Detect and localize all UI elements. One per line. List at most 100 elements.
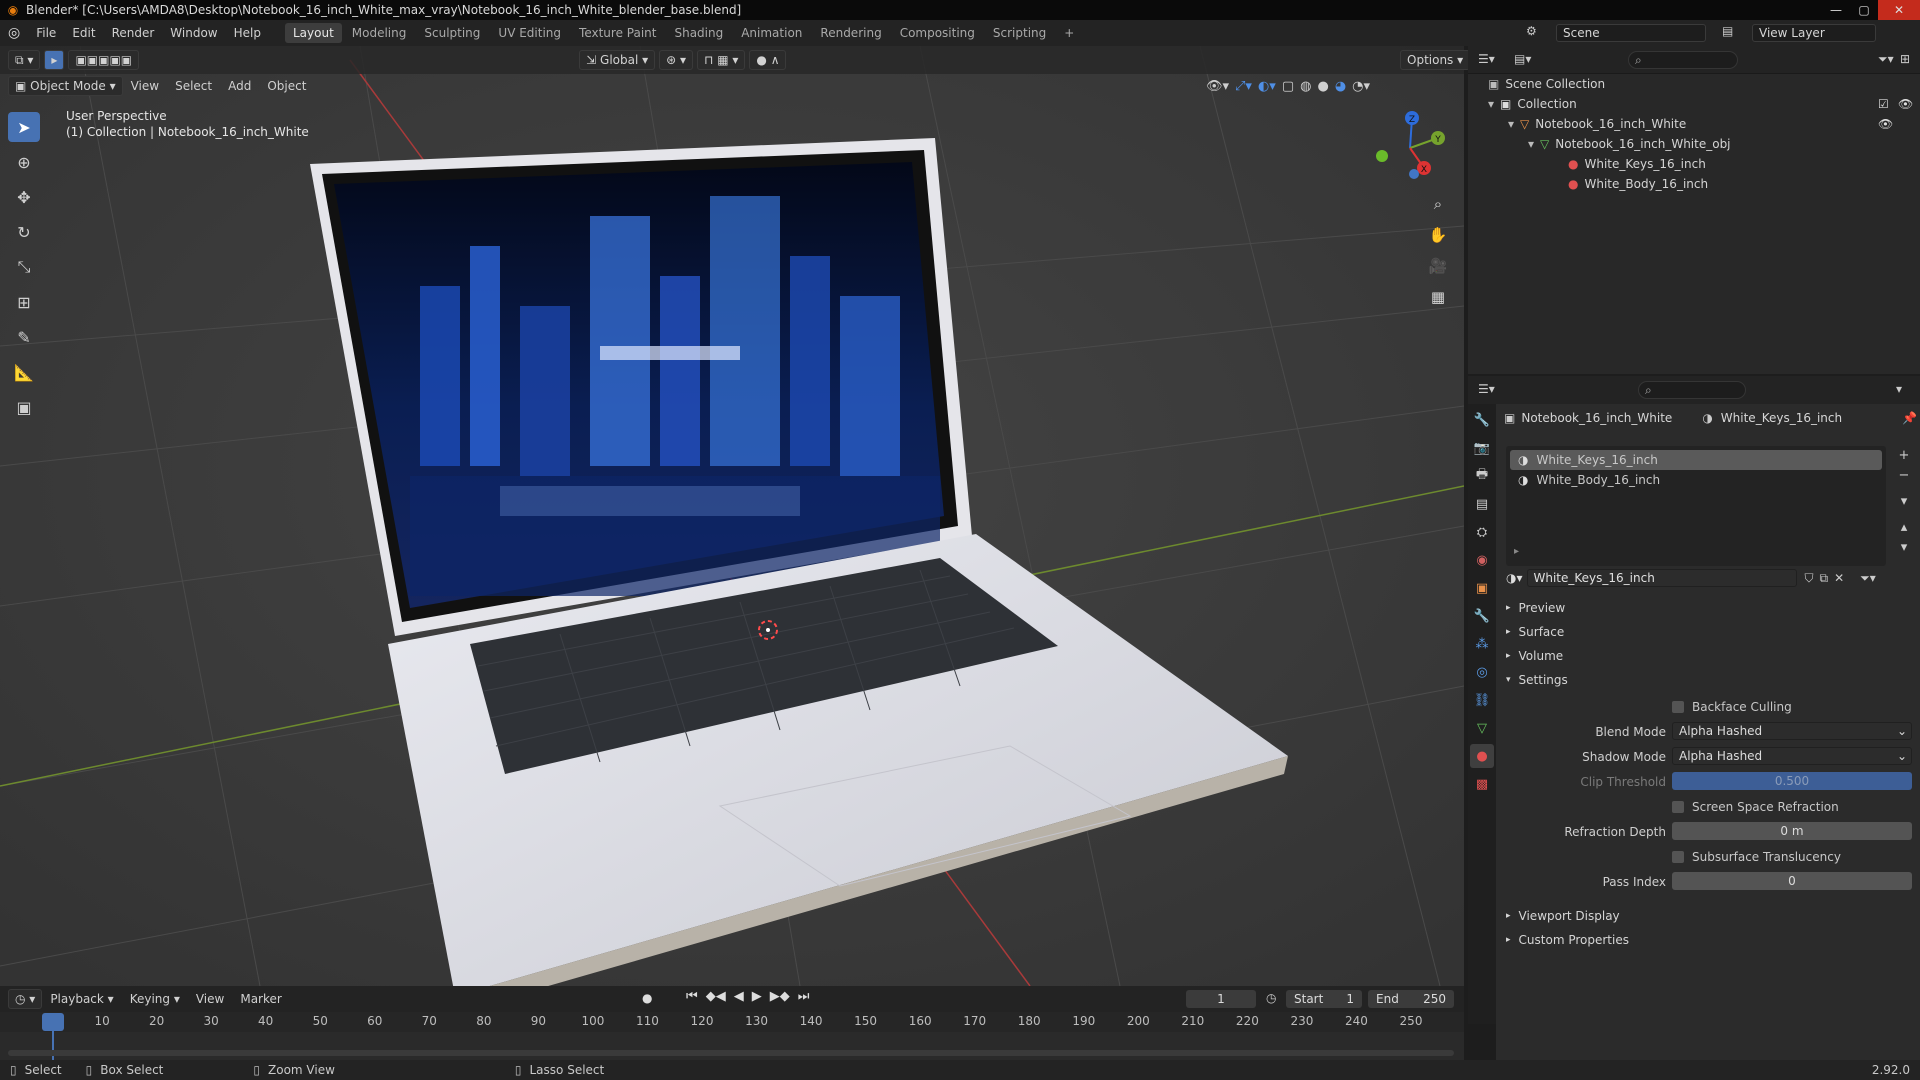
properties-editor-icon[interactable]: ☰▾ xyxy=(1478,382,1495,396)
texture-tab-icon[interactable]: ▩ xyxy=(1470,772,1494,796)
camera-view-icon[interactable]: 🎥 xyxy=(1424,252,1452,280)
minimize-button[interactable]: — xyxy=(1822,0,1850,20)
orientation-dropdown[interactable]: ⇲ Global ▾ xyxy=(579,50,656,70)
tab-texture-paint[interactable]: Texture Paint xyxy=(571,23,664,43)
start-frame-field[interactable]: Start 1 xyxy=(1286,990,1362,1008)
ortho-toggle-icon[interactable]: ▦ xyxy=(1424,283,1452,311)
filter-icon[interactable]: ⏷▾ xyxy=(1878,52,1894,67)
physics-tab-icon[interactable]: ◎ xyxy=(1470,660,1494,684)
outliner-row-white-body[interactable]: ● White_Body_16_inch xyxy=(1568,174,1708,194)
subsurface-checkbox[interactable]: Subsurface Translucency xyxy=(1672,850,1841,864)
menu-select[interactable]: Select xyxy=(167,79,220,93)
maximize-button[interactable]: ▢ xyxy=(1850,0,1878,20)
overlay-toggle-icon[interactable]: ◐▾ xyxy=(1258,79,1276,94)
menu-keying[interactable]: Keying ▾ xyxy=(122,992,188,1006)
pan-icon[interactable]: ✋ xyxy=(1424,221,1452,249)
select-tool-icon[interactable]: ➤ xyxy=(8,112,40,142)
move-down-icon[interactable]: ▾ xyxy=(1894,538,1914,558)
list-expand-icon[interactable]: ▸ xyxy=(1514,546,1519,557)
outliner-editor-icon[interactable]: ☰▾ xyxy=(1478,52,1495,66)
ssr-checkbox[interactable]: Screen Space Refraction xyxy=(1672,800,1839,814)
add-workspace-icon[interactable]: + xyxy=(1056,23,1082,43)
properties-options-icon[interactable]: ▾ xyxy=(1896,382,1902,396)
outliner-row-white-keys[interactable]: ● White_Keys_16_inch xyxy=(1568,154,1706,174)
frame-ruler[interactable]: 1102030405060708090100110120130140150160… xyxy=(0,1012,1464,1032)
view-layer-tab-icon[interactable]: ▤ xyxy=(1470,492,1494,516)
solid-shading-icon[interactable]: ● xyxy=(1317,79,1328,94)
menu-edit[interactable]: Edit xyxy=(64,26,103,40)
clock-icon[interactable]: ◷ xyxy=(1266,991,1276,1005)
outliner-row-scene-collection[interactable]: ▣ Scene Collection xyxy=(1488,74,1605,94)
menu-playback[interactable]: Playback ▾ xyxy=(42,992,121,1006)
tab-sculpting[interactable]: Sculpting xyxy=(416,23,488,43)
play-icon[interactable]: ▶ xyxy=(752,989,762,1004)
3d-viewport[interactable]: Z Y X xyxy=(0,46,1464,986)
section-volume[interactable]: ▸ Volume xyxy=(1506,646,1563,666)
view-layer-icon[interactable]: ▤ xyxy=(1722,24,1733,38)
jump-end-icon[interactable]: ⏭ xyxy=(798,989,810,1004)
expand-arrow-icon[interactable]: ▾ xyxy=(1528,137,1534,151)
gizmo-toggle-icon[interactable]: ⤢▾ xyxy=(1235,79,1252,94)
annotate-tool-icon[interactable]: ✎ xyxy=(8,322,40,352)
properties-search-input[interactable]: ⌕ xyxy=(1638,381,1746,399)
timeline-scrollbar[interactable] xyxy=(8,1050,1454,1056)
jump-start-icon[interactable]: ⏮ xyxy=(686,989,698,1004)
move-tool-icon[interactable]: ✥ xyxy=(8,182,40,212)
playhead[interactable] xyxy=(42,1013,64,1031)
data-tab-icon[interactable]: ▽ xyxy=(1470,716,1494,740)
clip-threshold-slider[interactable]: 0.500 xyxy=(1672,772,1912,790)
remove-slot-icon[interactable]: − xyxy=(1894,466,1914,486)
checkbox-icon[interactable]: ☑ xyxy=(1878,97,1889,111)
outliner-row-collection[interactable]: ▾ ▣ Collection ☑ 👁 xyxy=(1488,94,1913,114)
material-tab-icon[interactable]: ● xyxy=(1470,744,1494,768)
scene-icon[interactable]: ⚙ xyxy=(1526,24,1537,38)
proportional-edit-icon[interactable]: ● ∧ xyxy=(749,50,787,70)
editor-type-icon[interactable]: ⧉ ▾ xyxy=(8,50,41,70)
section-viewport-display[interactable]: ▸ Viewport Display xyxy=(1506,906,1620,926)
scene-selector[interactable]: Scene xyxy=(1556,24,1706,42)
record-icon[interactable]: ● xyxy=(642,991,652,1005)
tab-animation[interactable]: Animation xyxy=(733,23,810,43)
eye-icon[interactable]: 👁 xyxy=(1898,97,1913,111)
timeline-area[interactable]: 1102030405060708090100110120130140150160… xyxy=(0,1012,1464,1060)
browse-material-icon[interactable]: ◑▾ xyxy=(1506,571,1523,585)
section-custom-properties[interactable]: ▸ Custom Properties xyxy=(1506,930,1629,950)
view-layer-selector[interactable]: View Layer xyxy=(1752,24,1876,42)
expand-arrow-icon[interactable]: ▾ xyxy=(1508,117,1514,131)
new-collection-icon[interactable]: ⊞ xyxy=(1900,52,1910,66)
select-mode-icon[interactable]: ▸ xyxy=(44,50,65,70)
prev-keyframe-icon[interactable]: ◆◀ xyxy=(706,989,726,1004)
section-settings[interactable]: ▾ Settings xyxy=(1506,670,1568,690)
rendered-shading-icon[interactable]: ◔▾ xyxy=(1352,79,1370,94)
section-surface[interactable]: ▸ Surface xyxy=(1506,622,1564,642)
eye-icon[interactable]: 👁 xyxy=(1878,117,1893,131)
menu-view[interactable]: View xyxy=(123,79,167,93)
close-button[interactable]: ✕ xyxy=(1878,0,1920,20)
blender-menu-icon[interactable]: ◎ xyxy=(0,25,28,41)
tab-scripting[interactable]: Scripting xyxy=(985,23,1054,43)
visibility-icon[interactable]: 👁▾ xyxy=(1206,79,1229,94)
current-frame-field[interactable]: 1 xyxy=(1186,990,1256,1008)
outliner-row-notebook-obj[interactable]: ▾ ▽ Notebook_16_inch_White_obj xyxy=(1528,134,1731,154)
constraints-tab-icon[interactable]: ⛓ xyxy=(1470,688,1494,712)
slot-white-body[interactable]: ◑ White_Body_16_inch xyxy=(1510,470,1882,490)
tab-layout[interactable]: Layout xyxy=(284,23,342,43)
tab-rendering[interactable]: Rendering xyxy=(812,23,889,43)
transform-tool-icon[interactable]: ⊞ xyxy=(8,287,40,317)
pass-index-field[interactable]: 0 xyxy=(1672,872,1912,890)
expand-arrow-icon[interactable]: ▾ xyxy=(1488,97,1494,111)
play-reverse-icon[interactable]: ◀ xyxy=(734,989,744,1004)
unlink-material-icon[interactable]: ✕ xyxy=(1834,571,1844,585)
zoom-icon[interactable]: ⌕ xyxy=(1424,190,1452,218)
timeline-editor-icon[interactable]: ◷ ▾ xyxy=(8,989,43,1009)
menu-file[interactable]: File xyxy=(28,26,64,40)
shadow-mode-dropdown[interactable]: Alpha Hashed ⌄ xyxy=(1672,747,1912,765)
xray-icon[interactable]: ▢ xyxy=(1282,79,1294,94)
navigation-gizmo[interactable]: Z Y X xyxy=(1370,108,1450,188)
menu-object[interactable]: Object xyxy=(259,79,314,93)
tab-compositing[interactable]: Compositing xyxy=(892,23,983,43)
menu-help[interactable]: Help xyxy=(226,26,269,40)
object-tab-icon[interactable]: ▣ xyxy=(1470,576,1494,600)
particles-tab-icon[interactable]: ⁂ xyxy=(1470,632,1494,656)
slot-white-keys[interactable]: ◑ White_Keys_16_inch xyxy=(1510,450,1882,470)
